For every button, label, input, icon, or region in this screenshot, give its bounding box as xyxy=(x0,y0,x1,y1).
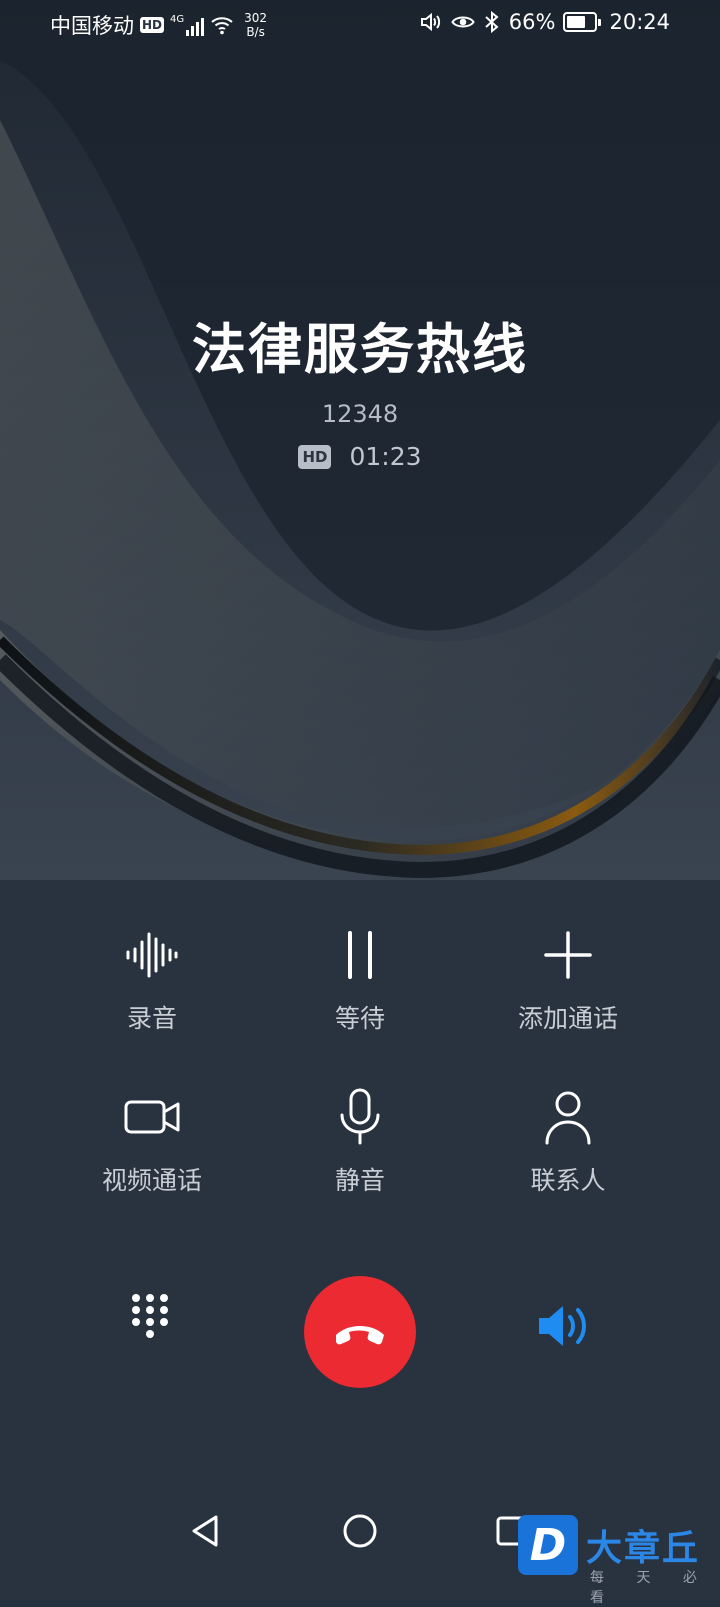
speed-unit: B/s xyxy=(246,25,265,39)
caller-number: 12348 xyxy=(321,400,399,428)
network-type-label: 4G xyxy=(170,14,185,25)
watermark-logo-letter: D xyxy=(529,1519,567,1571)
watermark-slogan: 每 天 必 看 xyxy=(590,1570,711,1606)
pause-icon xyxy=(330,925,390,985)
call-duration: 01:23 xyxy=(349,442,422,471)
caller-name: 法律服务热线 xyxy=(192,318,528,381)
speed-value: 302 xyxy=(244,11,268,25)
eye-comfort-icon xyxy=(451,10,475,34)
hd-voice-badge: HD xyxy=(140,17,165,33)
battery-percent: 66% xyxy=(508,10,556,34)
home-nav-button[interactable] xyxy=(342,1513,378,1549)
add-call-label: 添加通话 xyxy=(517,1004,618,1033)
hd-call-badge: HD xyxy=(298,444,332,469)
mute-button[interactable]: 静音 xyxy=(260,1087,460,1197)
mute-label: 静音 xyxy=(334,1166,385,1195)
battery-icon xyxy=(563,12,602,32)
status-bar: 中国移动 HD 4G 302 B/s 66% 20:24 xyxy=(0,0,720,50)
record-button[interactable]: 录音 xyxy=(52,925,252,1035)
video-call-label: 视频通话 xyxy=(101,1166,202,1195)
speaker-button[interactable] xyxy=(532,1296,602,1356)
hold-label: 等待 xyxy=(334,1004,385,1033)
hang-up-button[interactable] xyxy=(304,1276,416,1388)
microphone-icon xyxy=(330,1087,390,1147)
call-status: HD 01:23 xyxy=(0,442,720,471)
speaker-icon xyxy=(539,1306,586,1346)
wifi-icon xyxy=(210,13,234,37)
record-label: 录音 xyxy=(126,1004,177,1033)
waveform-icon xyxy=(122,925,182,985)
hold-button[interactable]: 等待 xyxy=(260,925,460,1035)
person-icon xyxy=(538,1087,598,1147)
cellular-signal-icon: 4G xyxy=(170,14,205,36)
video-call-button[interactable]: 视频通话 xyxy=(52,1087,252,1197)
watermark-logo: D 大章丘 每 天 必 看 xyxy=(510,1505,720,1606)
volume-icon xyxy=(419,10,443,34)
dialpad-icon xyxy=(132,1294,168,1338)
plus-icon xyxy=(538,925,598,985)
contacts-label: 联系人 xyxy=(530,1166,606,1195)
watermark-brand: 大章丘 xyxy=(586,1528,701,1569)
dialpad-button[interactable] xyxy=(120,1290,180,1350)
add-call-button[interactable]: 添加通话 xyxy=(468,925,668,1035)
hang-up-icon xyxy=(336,1326,384,1345)
back-nav-button[interactable] xyxy=(188,1514,222,1548)
video-camera-icon xyxy=(122,1087,182,1147)
carrier-name: 中国移动 xyxy=(50,14,134,38)
clock-time: 20:24 xyxy=(609,10,670,34)
network-speed: 302 B/s xyxy=(244,11,267,39)
bluetooth-icon xyxy=(483,10,501,34)
contacts-button[interactable]: 联系人 xyxy=(468,1087,668,1197)
